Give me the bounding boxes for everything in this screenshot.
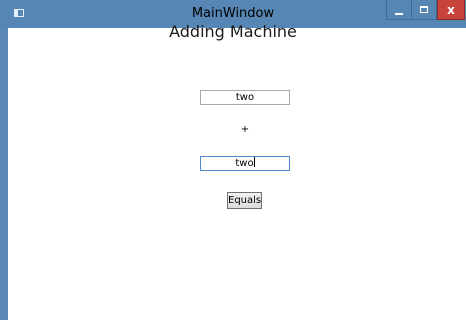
maximize-button[interactable] [412, 0, 437, 20]
main-window: MainWindow x Adding Machine two + two Eq… [0, 0, 466, 320]
page-title: Adding Machine [169, 22, 297, 41]
minimize-button[interactable] [386, 0, 412, 20]
first-number-input[interactable]: two [200, 90, 290, 105]
plus-operator-label: + [240, 124, 250, 135]
second-number-value: two [235, 158, 254, 169]
equals-button[interactable]: Equals [227, 192, 262, 209]
close-icon: x [447, 2, 455, 17]
minimize-icon [395, 12, 403, 15]
client-area [8, 28, 466, 320]
second-number-input[interactable]: two [200, 156, 290, 171]
first-number-value: two [235, 92, 255, 103]
maximize-icon [420, 6, 428, 13]
close-button[interactable]: x [437, 0, 465, 20]
text-caret [253, 157, 255, 167]
